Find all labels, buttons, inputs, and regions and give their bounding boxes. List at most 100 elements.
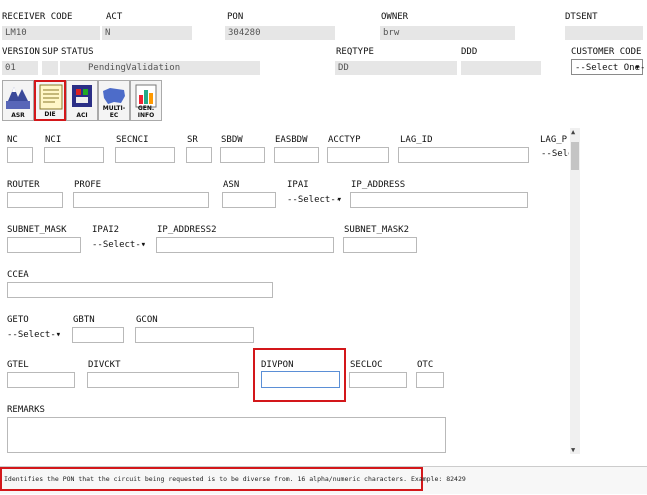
ip-address2-input[interactable] xyxy=(156,237,334,253)
reqtype-label: REQTYPE xyxy=(336,47,374,57)
subnet-mask2-label: SUBNET_MASK2 xyxy=(344,225,410,235)
asn-input[interactable] xyxy=(222,192,276,208)
otc-label: OTC xyxy=(417,360,434,370)
ip-address-label: IP_ADDRESS xyxy=(351,180,406,190)
acctyp-label: ACCTYP xyxy=(328,135,361,145)
subnet-mask-input[interactable] xyxy=(7,237,81,253)
gtel-label: GTEL xyxy=(7,360,29,370)
asn-label: ASN xyxy=(223,180,240,190)
ccea-input[interactable] xyxy=(7,282,273,298)
aci-icon xyxy=(72,85,92,107)
reqtype-field: DD xyxy=(335,61,457,75)
multi-ec-label: MULTI-EC xyxy=(102,105,126,119)
asr-label: ASR xyxy=(11,112,25,119)
geto-label: GETO xyxy=(7,315,29,325)
sbdw-label: SBDW xyxy=(221,135,243,145)
remarks-label: REMARKS xyxy=(7,405,45,415)
secloc-input[interactable] xyxy=(349,372,407,388)
sup-field xyxy=(42,61,58,75)
ip-address2-label: IP_ADDRESS2 xyxy=(157,225,217,235)
profe-label: PROFE xyxy=(74,180,102,190)
form-scrollbar[interactable]: ▲ ▼ xyxy=(570,128,580,454)
die-icon xyxy=(39,84,63,110)
pon-field: 304280 xyxy=(225,26,335,40)
version-field: 01 xyxy=(2,61,38,75)
ipai-label: IPAI xyxy=(287,180,309,190)
receiver-code-field: LM10 xyxy=(2,26,100,40)
lag-p-select[interactable]: --Select xyxy=(541,146,569,162)
ipai-select-value: --Select-- xyxy=(287,195,342,205)
nci-input[interactable] xyxy=(44,147,104,163)
nc-label: NC xyxy=(7,135,18,145)
ip-address-input[interactable] xyxy=(350,192,528,208)
subnet-mask-label: SUBNET_MASK xyxy=(7,225,67,235)
divpon-input[interactable] xyxy=(261,371,340,388)
status-field: PendingValidation xyxy=(60,61,260,75)
chevron-down-icon: ▾ xyxy=(55,330,61,340)
ccea-label: CCEA xyxy=(7,270,29,280)
divckt-input[interactable] xyxy=(87,372,239,388)
act-label: ACT xyxy=(106,12,123,22)
sup-label: SUP xyxy=(42,47,59,57)
scroll-up-icon[interactable]: ▲ xyxy=(571,128,575,136)
aci-label: ACI xyxy=(76,112,88,119)
secnci-label: SECNCI xyxy=(116,135,149,145)
ipai2-select-value: --Select-- xyxy=(92,240,147,250)
asr-tab[interactable]: ASR xyxy=(2,80,34,121)
receiver-code-label: RECEIVER CODE xyxy=(2,12,73,22)
nc-input[interactable] xyxy=(7,147,33,163)
router-label: ROUTER xyxy=(7,180,40,190)
secnci-input[interactable] xyxy=(115,147,175,163)
sbdw-input[interactable] xyxy=(220,147,265,163)
status-label: STATUS xyxy=(61,47,94,57)
router-input[interactable] xyxy=(7,192,63,208)
owner-field: brw xyxy=(380,26,515,40)
gbtn-label: GBTN xyxy=(73,315,95,325)
divpon-label: DIVPON xyxy=(261,360,294,370)
acctyp-input[interactable] xyxy=(327,147,389,163)
dtsent-field xyxy=(565,26,643,40)
gbtn-input[interactable] xyxy=(72,327,124,343)
lag-id-label: LAG_ID xyxy=(400,135,433,145)
nci-label: NCI xyxy=(45,135,62,145)
gen-info-label: GEN. INFO xyxy=(137,105,155,119)
secloc-label: SECLOC xyxy=(350,360,383,370)
easbdw-label: EASBDW xyxy=(275,135,308,145)
scrollbar-thumb[interactable] xyxy=(571,142,579,170)
gtel-input[interactable] xyxy=(7,372,75,388)
scroll-down-icon[interactable]: ▼ xyxy=(571,446,575,454)
lag-id-input[interactable] xyxy=(398,147,529,163)
act-field: N xyxy=(102,26,192,40)
die-label: DIE xyxy=(44,111,56,118)
profe-input[interactable] xyxy=(73,192,209,208)
ipai-select[interactable]: --Select-- ▾ xyxy=(287,192,342,208)
ddd-field xyxy=(461,61,541,75)
customer-code-label: CUSTOMER CODE xyxy=(571,47,642,57)
chevron-down-icon: ▾ xyxy=(634,63,640,73)
geto-select-value: --Select-- xyxy=(7,330,62,340)
ddd-label: DDD xyxy=(461,47,478,57)
otc-input[interactable] xyxy=(416,372,444,388)
die-tab[interactable]: DIE xyxy=(34,80,66,121)
multi-ec-tab[interactable]: MULTI-EC xyxy=(98,80,130,121)
sr-input[interactable] xyxy=(186,147,212,163)
remarks-textarea[interactable] xyxy=(7,417,446,453)
lag-p-label: LAG_P xyxy=(540,135,568,145)
version-label: VERSION xyxy=(2,47,40,57)
easbdw-input[interactable] xyxy=(274,147,319,163)
gen-info-tab[interactable]: GEN. INFO xyxy=(130,80,162,121)
subnet-mask2-input[interactable] xyxy=(343,237,417,253)
divckt-label: DIVCKT xyxy=(88,360,121,370)
help-text: Identifies the PON that the circuit bein… xyxy=(4,475,466,483)
dtsent-label: DTSENT xyxy=(565,12,598,22)
chevron-down-icon: ▾ xyxy=(140,240,146,250)
ipai2-select[interactable]: --Select-- ▾ xyxy=(92,237,146,253)
aci-tab[interactable]: ACI xyxy=(66,80,98,121)
customer-code-select[interactable]: --Select One-- ▾ xyxy=(571,59,647,75)
geto-select[interactable]: --Select-- ▾ xyxy=(7,327,61,343)
owner-label: OWNER xyxy=(381,12,409,22)
chevron-down-icon: ▾ xyxy=(336,195,342,205)
sr-label: SR xyxy=(187,135,198,145)
gcon-input[interactable] xyxy=(135,327,254,343)
asr-icon xyxy=(6,87,30,109)
